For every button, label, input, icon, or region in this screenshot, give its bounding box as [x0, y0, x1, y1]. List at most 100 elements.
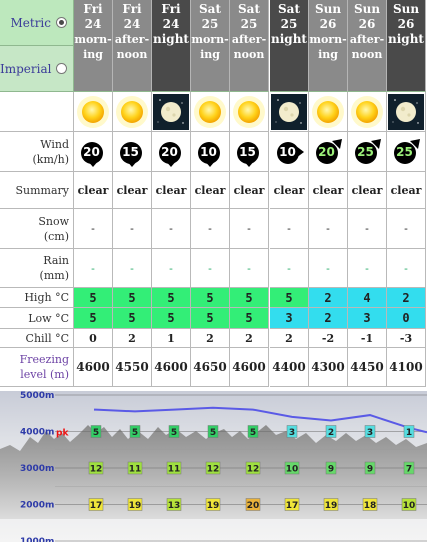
rain-label-text: (mm) — [39, 269, 69, 282]
summary-value: clear — [273, 183, 305, 197]
header-period: morn- — [309, 33, 347, 46]
freezing-cell: 4650 — [191, 348, 230, 387]
summary-value: clear — [351, 183, 383, 197]
snow-value: - — [130, 222, 134, 235]
temperature-badge-value: 19 — [325, 501, 338, 511]
header-date: 25 — [201, 17, 219, 31]
weather-icon-cell — [270, 92, 309, 132]
snow-value: - — [287, 222, 291, 235]
low-cell: 5 — [230, 308, 269, 329]
high-temp: 5 — [89, 290, 97, 305]
summary-value: clear — [194, 183, 226, 197]
weather-icon-cell — [191, 92, 230, 132]
wind-cell: 15 — [113, 132, 152, 172]
unit-label: Metric — [10, 15, 51, 30]
chill-row-label: Chill °C — [0, 329, 74, 348]
chill-cell: 2 — [270, 329, 309, 348]
chill-value: -2 — [321, 331, 335, 345]
snow-cell: - — [387, 209, 426, 249]
freezing-cell: 4550 — [113, 348, 152, 387]
temperature-badge-value: 5 — [171, 428, 177, 438]
snow-cell: - — [348, 209, 387, 249]
high-temp: 4 — [363, 290, 371, 305]
rain-value: - — [208, 261, 212, 275]
unit-option-imperial[interactable]: Imperial — [0, 46, 74, 92]
high-cell: 4 — [348, 288, 387, 308]
altitude-label: 2000m — [20, 501, 54, 511]
sun-icon — [114, 94, 150, 130]
icon-row-label — [0, 92, 74, 132]
weather-icon-cell — [230, 92, 269, 132]
summary-label-text: Summary — [15, 183, 69, 197]
high-cell: 5 — [74, 288, 113, 308]
freezing-cell: 4450 — [348, 348, 387, 387]
wind-icon: 10 — [273, 136, 305, 168]
rain-value: - — [287, 261, 291, 275]
rain-cell: - — [230, 249, 269, 288]
low-temp: 5 — [245, 311, 253, 325]
header-period: ing — [200, 48, 220, 61]
header-day: Sat — [199, 2, 221, 16]
moon-icon — [388, 93, 424, 130]
weather-icon-cell — [113, 92, 152, 132]
chill-cell: 2 — [113, 329, 152, 348]
temperature-badge-value: 10 — [403, 501, 416, 511]
low-label-text: Low °C — [28, 311, 69, 325]
header-day: Sun — [353, 2, 381, 16]
temperature-badge-value: 20 — [247, 501, 260, 511]
low-temp: 3 — [363, 311, 371, 325]
snow-value: - — [365, 222, 369, 235]
unit-option-metric[interactable]: Metric — [0, 0, 74, 46]
high-temp: 5 — [206, 290, 214, 305]
summary-value: clear — [155, 183, 187, 197]
header-day: Sun — [392, 2, 420, 16]
wind-speed: 20 — [318, 144, 335, 159]
chill-cell: -1 — [348, 329, 387, 348]
radio-button[interactable] — [56, 63, 67, 74]
altitude-label: 3000m — [20, 464, 54, 474]
wind-speed: 20 — [83, 144, 100, 159]
temperature-badge-value: 12 — [90, 465, 103, 475]
temperature-badge-value: 7 — [406, 465, 412, 475]
snow-cell: - — [74, 209, 113, 249]
low-temp: 5 — [167, 311, 175, 325]
low-temp: 5 — [128, 311, 136, 325]
forecast-table: Metric Imperial Fri 24 morn-ing Fri 24 after-no… — [0, 0, 427, 387]
header-day: Fri — [161, 2, 181, 16]
moon-icon — [153, 93, 189, 130]
summary-cell: clear — [191, 172, 230, 209]
altitude-label: 1000m — [20, 537, 54, 542]
header-period: ing — [83, 48, 103, 61]
rain-value: - — [91, 261, 95, 275]
chill-label-text: Chill °C — [25, 331, 69, 345]
summary-value: clear — [390, 183, 422, 197]
summary-cell: clear — [270, 172, 309, 209]
chill-value: 2 — [206, 331, 214, 345]
temperature-badge-value: 11 — [129, 465, 142, 475]
temperature-badge-value: 9 — [367, 465, 373, 475]
header-date: 25 — [240, 17, 258, 31]
high-temp: 2 — [324, 290, 332, 305]
snow-value: - — [326, 222, 330, 235]
header-day: Sat — [238, 2, 260, 16]
low-cell: 5 — [152, 308, 191, 329]
high-cell: 5 — [191, 288, 230, 308]
rain-value: - — [326, 261, 330, 275]
low-cell: 3 — [270, 308, 309, 329]
summary-cell: clear — [309, 172, 348, 209]
wind-cell: 15 — [230, 132, 269, 172]
freezing-cell: 4600 — [152, 348, 191, 387]
freezing-value: 4550 — [115, 360, 149, 374]
column-header: Sat 25 night — [270, 0, 309, 92]
wind-cell: 10 — [270, 132, 309, 172]
wind-speed: 25 — [396, 144, 413, 159]
freezing-value: 4300 — [311, 360, 345, 374]
summary-value: clear — [312, 183, 344, 197]
wind-speed: 20 — [161, 144, 178, 159]
rain-value: - — [247, 261, 251, 275]
radio-button[interactable] — [56, 17, 67, 28]
rain-value: - — [365, 261, 369, 275]
column-header: Fri 24 night — [152, 0, 191, 92]
chill-value: 1 — [167, 331, 175, 345]
freezing-value: 4450 — [350, 360, 384, 374]
